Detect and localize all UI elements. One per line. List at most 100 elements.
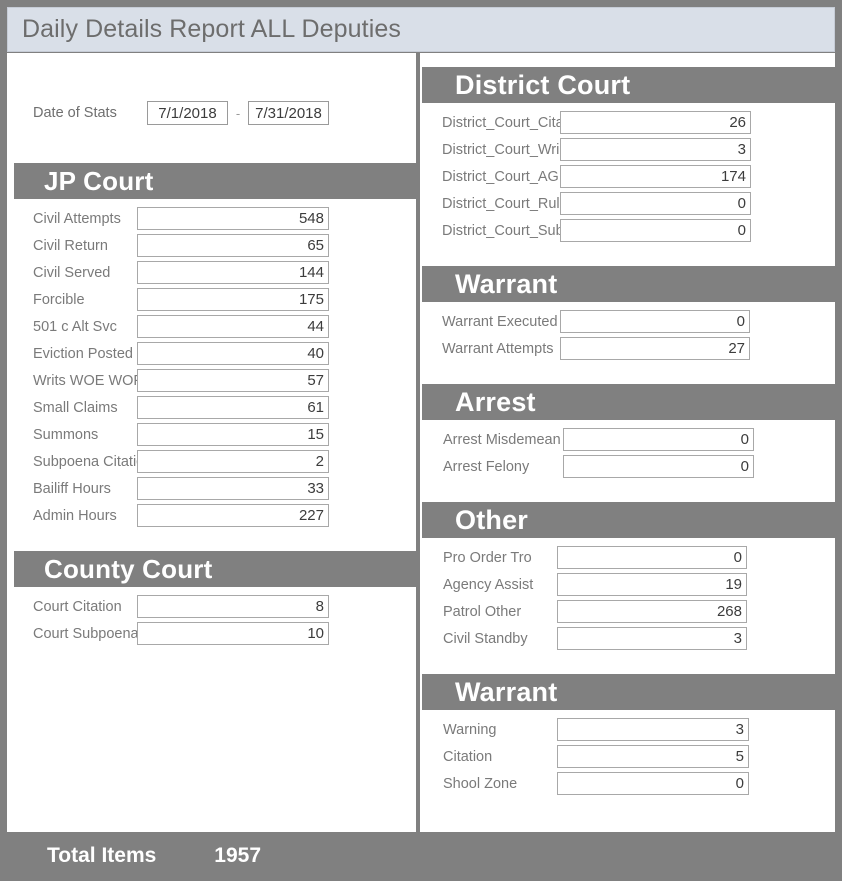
field-row: Writs WOE WOP 57 [7,367,416,394]
field-label: Admin Hours [33,507,117,524]
field-value-input[interactable]: 33 [137,477,329,500]
field-value-input[interactable]: 0 [560,219,751,242]
section-header-warrant: Warrant [422,266,835,302]
field-value-input[interactable]: 57 [137,369,329,392]
field-row: Summons 15 [7,421,416,448]
field-row: Subpoena Citation 2 [7,448,416,475]
field-label: Civil Standby [443,630,528,647]
field-label: Small Claims [33,399,118,416]
field-value-input[interactable]: 0 [560,192,751,215]
jp-court-fields: Civil Attempts 548 Civil Return 65 Civil… [7,199,416,529]
field-label: Citation [443,748,493,765]
county-court-fields: Court Citation 8 Court Subpoena 10 [7,587,416,647]
field-label: District_Court_Rul [442,195,560,212]
field-row: Bailiff Hours 33 [7,475,416,502]
total-items-value: 1957 [214,844,262,867]
section-header-county-court: County Court [14,551,416,587]
field-row: District_Court_Rul 0 [420,190,835,217]
page-title: Daily Details Report ALL Deputies [22,15,401,43]
field-row: District_Court_Wri 3 [420,136,835,163]
field-label: District_Court_AG [442,168,559,185]
field-label: Arrest Misdemean [443,431,561,448]
date-end-input[interactable]: 7/31/2018 [248,101,329,125]
field-value-input[interactable]: 0 [563,455,754,478]
warrant-2-fields: Warning 3 Citation 5 Shool Zone 0 [420,710,835,797]
field-value-input[interactable]: 3 [560,138,751,161]
field-value-input[interactable]: 268 [557,600,747,623]
field-row: Civil Standby 3 [420,625,835,652]
date-start-input[interactable]: 7/1/2018 [147,101,228,125]
section-title-warrant-2: Warrant [455,676,558,707]
section-title-jp-court: JP Court [44,165,154,196]
field-row: Civil Attempts 548 [7,205,416,232]
field-value-input[interactable]: 26 [560,111,751,134]
field-value-input[interactable]: 0 [557,546,747,569]
field-row: Admin Hours 227 [7,502,416,529]
field-value-input[interactable]: 2 [137,450,329,473]
field-label: Patrol Other [443,603,522,620]
field-label: Forcible [33,291,85,308]
field-label: District_Court_Cita [442,114,560,131]
other-fields: Pro Order Tro 0 Agency Assist 19 Patrol … [420,538,835,652]
field-row: Arrest Misdemean 0 [420,426,835,453]
field-value-input[interactable]: 227 [137,504,329,527]
field-label: Warrant Attempts [442,340,554,357]
field-label: Warning [443,721,497,738]
field-row: Small Claims 61 [7,394,416,421]
field-row: Warning 3 [420,716,835,743]
field-value-input[interactable]: 3 [557,627,747,650]
field-label: District_Court_Wri [442,141,560,158]
field-row: Civil Served 144 [7,259,416,286]
field-label: Eviction Posted [33,345,133,362]
section-title-district-court: District Court [455,69,631,100]
field-value-input[interactable]: 61 [137,396,329,419]
field-value-input[interactable]: 15 [137,423,329,446]
field-row: Arrest Felony 0 [420,453,835,480]
district-court-fields: District_Court_Cita 26 District_Court_Wr… [420,103,835,244]
field-label: Civil Return [33,237,108,254]
field-row: Citation 5 [420,743,835,770]
field-value-input[interactable]: 19 [557,573,747,596]
field-row: Pro Order Tro 0 [420,544,835,571]
field-value-input[interactable]: 175 [137,288,329,311]
date-range-separator: - [235,105,241,121]
field-label: Civil Attempts [33,210,121,227]
field-row: Court Citation 8 [7,593,416,620]
footer-total-bar: Total Items 1957 [7,838,835,874]
field-value-input[interactable]: 144 [137,261,329,284]
section-header-district-court: District Court [422,67,835,103]
date-of-stats-label: Date of Stats [33,105,117,121]
section-title-arrest: Arrest [455,386,536,417]
field-value-input[interactable]: 548 [137,207,329,230]
field-label: Arrest Felony [443,458,530,475]
field-label: Civil Served [33,264,111,281]
field-value-input[interactable]: 174 [560,165,751,188]
window-titlebar: Daily Details Report ALL Deputies [7,7,835,52]
date-of-stats-row: Date of Stats 7/1/2018 - 7/31/2018 [7,95,416,131]
field-value-input[interactable]: 65 [137,234,329,257]
section-header-jp-court: JP Court [14,163,416,199]
field-value-input[interactable]: 5 [557,745,749,768]
section-title-other: Other [455,504,529,535]
field-value-input[interactable]: 27 [560,337,750,360]
field-row: Patrol Other 268 [420,598,835,625]
field-row: Warrant Executed 0 [420,308,835,335]
field-value-input[interactable]: 10 [137,622,329,645]
field-row: Eviction Posted 40 [7,340,416,367]
field-row: Forcible 175 [7,286,416,313]
field-value-input[interactable]: 0 [560,310,750,333]
field-label: Subpoena Citation [33,453,137,470]
section-header-warrant-2: Warrant [422,674,835,710]
field-value-input[interactable]: 40 [137,342,329,365]
field-label: Warrant Executed [442,313,558,330]
section-title-warrant: Warrant [455,268,558,299]
field-value-input[interactable]: 0 [557,772,749,795]
field-value-input[interactable]: 3 [557,718,749,741]
field-value-input[interactable]: 44 [137,315,329,338]
field-row: District_Court_AG 174 [420,163,835,190]
field-value-input[interactable]: 8 [137,595,329,618]
field-label: Summons [33,426,99,443]
field-row: Agency Assist 19 [420,571,835,598]
field-label: District_Court_Sub [442,222,560,239]
field-value-input[interactable]: 0 [563,428,754,451]
